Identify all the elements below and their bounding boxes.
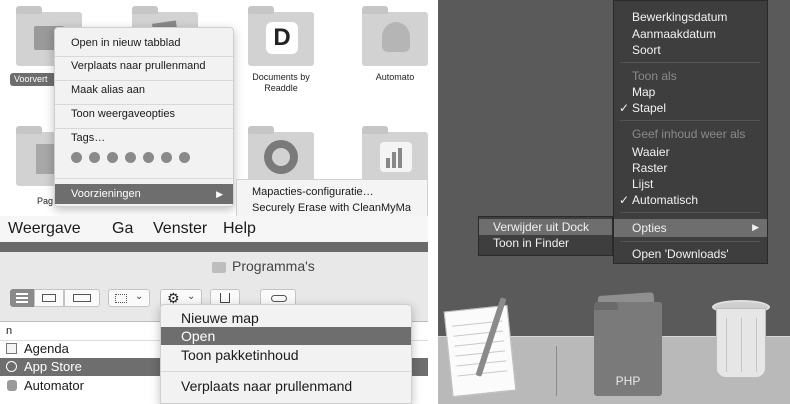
grid-icon xyxy=(115,294,127,303)
tag-dot[interactable] xyxy=(89,152,100,163)
finder-window: Weergave Ga Venster Help Programma's ⌄ ⚙… xyxy=(0,216,428,404)
automator-robot-icon xyxy=(382,22,410,52)
tag-dot[interactable] xyxy=(161,152,172,163)
content-item[interactable]: Raster xyxy=(632,161,667,175)
content-item[interactable]: Lijst xyxy=(632,177,653,191)
menu-item-remove-from-dock[interactable]: Verwijder uit Dock xyxy=(479,219,612,235)
tag-dot[interactable] xyxy=(107,152,118,163)
menu-go[interactable]: Ga xyxy=(112,220,133,238)
menu-item-secure-erase[interactable]: Securely Erase with CleanMyMa xyxy=(252,202,411,214)
tag-icon xyxy=(271,295,287,302)
sort-item[interactable]: Aanmaakdatum xyxy=(632,27,716,41)
menu-item-options[interactable]: Opties ▶ xyxy=(614,219,767,237)
dock-screen: Bewerkingsdatum Aanmaakdatum Soort Toon … xyxy=(438,0,790,404)
file-label: Automato xyxy=(375,72,415,82)
coverflow-icon xyxy=(73,294,91,302)
sort-item[interactable]: Bewerkingsdatum xyxy=(632,10,727,24)
folder-icon[interactable] xyxy=(362,126,428,186)
submenu-arrow-icon: ▶ xyxy=(216,189,223,199)
folder-icon[interactable]: D xyxy=(248,6,314,66)
content-item[interactable]: Automatisch xyxy=(632,193,698,207)
automator-icon xyxy=(7,380,17,391)
tag-dot[interactable] xyxy=(71,152,82,163)
tag-color-dots xyxy=(71,152,211,164)
content-section-header: Geef inhoud weer als xyxy=(632,127,746,141)
calendar-icon xyxy=(6,343,17,354)
checkmark-icon: ✓ xyxy=(619,193,630,207)
services-submenu: Mapacties-configuratie… Securely Erase w… xyxy=(236,179,428,216)
trash-icon[interactable] xyxy=(712,300,770,380)
dock-separator xyxy=(556,346,557,396)
sort-item[interactable]: Soort xyxy=(632,43,661,57)
options-submenu: Verwijder uit Dock Toon in Finder xyxy=(478,216,613,256)
menu-item-open[interactable]: Open xyxy=(161,327,411,345)
menu-item-tags[interactable]: Tags… xyxy=(55,127,233,149)
share-icon xyxy=(220,293,230,303)
tag-dot[interactable] xyxy=(125,152,136,163)
menu-item-show-in-finder[interactable]: Toon in Finder xyxy=(493,236,569,250)
window-title: Programma's xyxy=(232,258,315,274)
menu-item-move-to-trash[interactable]: Verplaats naar prullenmand xyxy=(55,55,233,77)
menu-window[interactable]: Venster xyxy=(153,220,207,238)
menu-item-services[interactable]: Voorzieningen ▶ xyxy=(55,184,233,204)
columns-icon xyxy=(42,294,56,302)
documents-app-icon: D xyxy=(266,22,298,54)
menu-bar: Weergave Ga Venster Help xyxy=(0,216,428,242)
selected-file-label[interactable]: Voorvert xyxy=(10,73,58,86)
menu-item-view-options[interactable]: Toon weergaveopties xyxy=(55,103,233,125)
checkmark-icon: ✓ xyxy=(619,101,630,115)
view-item[interactable]: Map xyxy=(632,85,655,99)
submenu-arrow-icon: ▶ xyxy=(752,222,759,232)
file-label: Documents by Readdle xyxy=(252,72,310,93)
view-section-header: Toon als xyxy=(632,69,677,83)
textedit-icon[interactable] xyxy=(443,304,517,398)
menu-item-new-folder[interactable]: Nieuwe map xyxy=(161,309,411,327)
tag-dot[interactable] xyxy=(143,152,154,163)
arrange-button[interactable]: ⌄ xyxy=(108,289,150,307)
menubar-divider xyxy=(0,242,428,252)
stack-label: PHP xyxy=(615,374,641,388)
folder-icon[interactable] xyxy=(362,6,428,66)
view-columns-button[interactable] xyxy=(34,289,64,307)
chevron-down-icon: ⌄ xyxy=(135,291,144,302)
menu-item-show-package[interactable]: Toon pakketinhoud xyxy=(161,346,411,364)
menu-help[interactable]: Help xyxy=(223,220,256,238)
folder-icon xyxy=(212,262,226,273)
menu-item-open-new-tab[interactable]: Open in nieuw tabblad xyxy=(55,32,233,54)
chevron-down-icon: ⌄ xyxy=(187,291,196,302)
menu-view[interactable]: Weergave xyxy=(8,220,81,238)
view-list-button[interactable] xyxy=(10,289,34,307)
content-item[interactable]: Waaier xyxy=(632,145,670,159)
folder-icon[interactable] xyxy=(248,126,314,186)
file-context-menu: Open in nieuw tabblad Verplaats naar pru… xyxy=(54,27,234,207)
php-stack-icon[interactable]: PHP xyxy=(590,290,666,400)
menu-item-open-downloads[interactable]: Open 'Downloads' xyxy=(632,247,729,261)
menu-item-move-to-trash[interactable]: Verplaats naar prullenmand xyxy=(161,377,411,395)
tag-dot[interactable] xyxy=(179,152,190,163)
view-item[interactable]: Stapel xyxy=(632,101,666,115)
view-coverflow-button[interactable] xyxy=(64,289,100,307)
app-context-menu: Nieuwe map Open Toon pakketinhoud Verpla… xyxy=(160,304,412,404)
finder-icon-view: Voorvert D Documents by Readdle Automato… xyxy=(0,0,428,216)
menu-item-make-alias[interactable]: Maak alias aan xyxy=(55,79,233,101)
app-store-icon xyxy=(6,361,17,372)
chart-app-icon xyxy=(380,142,412,172)
dock-stack-menu: Bewerkingsdatum Aanmaakdatum Soort Toon … xyxy=(613,0,768,264)
menu-item-folder-actions[interactable]: Mapacties-configuratie… xyxy=(252,186,374,198)
panel-divider xyxy=(428,0,438,404)
